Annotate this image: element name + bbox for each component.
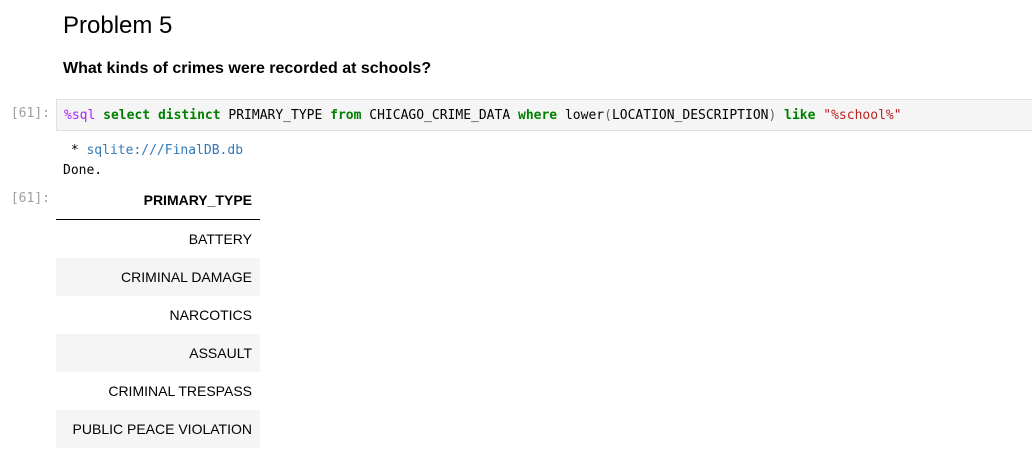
keyword-like: like (784, 108, 816, 123)
sql-code-line: %sql select distinct PRIMARY_TYPE from C… (64, 107, 902, 124)
paren-close: ) (768, 108, 777, 123)
output-prompt: [61]: (10, 191, 50, 206)
result-table: PRIMARY_TYPE BATTERY CRIMINAL DAMAGE NAR… (56, 182, 260, 448)
table-cell: NARCOTICS (56, 295, 260, 334)
keyword-select: select (103, 108, 151, 123)
table-header-primary-type: PRIMARY_TYPE (56, 182, 260, 220)
problem-heading: Problem 5 (63, 12, 173, 39)
table-row: CRIMINAL DAMAGE (56, 257, 260, 296)
keyword-where: where (518, 108, 558, 123)
connection-string: sqlite:///FinalDB.db (86, 143, 244, 158)
table-row: ASSAULT (56, 333, 260, 372)
sql-magic-token: %sql (64, 108, 96, 123)
keyword-from: from (330, 108, 362, 123)
column-primary-type: PRIMARY_TYPE (228, 108, 323, 123)
table-row: PUBLIC PEACE VIOLATION (56, 409, 260, 448)
paren-open: ( (604, 108, 612, 123)
table-row: NARCOTICS (56, 295, 260, 334)
function-lower: lower (564, 108, 605, 123)
code-cell-input[interactable]: %sql select distinct PRIMARY_TYPE from C… (56, 99, 1032, 131)
status-done: Done. (63, 163, 103, 178)
table-cell: CRIMINAL TRESPASS (56, 371, 260, 410)
table-cell: ASSAULT (56, 333, 260, 372)
table-cell: PUBLIC PEACE VIOLATION (56, 409, 260, 448)
input-prompt: [61]: (10, 106, 50, 121)
stream-output: * sqlite:///FinalDB.db Done. (63, 141, 243, 181)
table-cell: CRIMINAL DAMAGE (56, 257, 260, 296)
question-text: What kinds of crimes were recorded at sc… (63, 60, 432, 77)
table-cell: BATTERY (56, 219, 260, 258)
table-name: CHICAGO_CRIME_DATA (369, 108, 511, 123)
table-row: BATTERY (56, 219, 260, 258)
column-location-description: LOCATION_DESCRIPTION (611, 108, 769, 123)
connection-prefix: * (63, 143, 87, 158)
table-row: CRIMINAL TRESPASS (56, 371, 260, 410)
keyword-distinct: distinct (157, 108, 221, 123)
like-pattern-string: "%school%" (823, 108, 902, 123)
